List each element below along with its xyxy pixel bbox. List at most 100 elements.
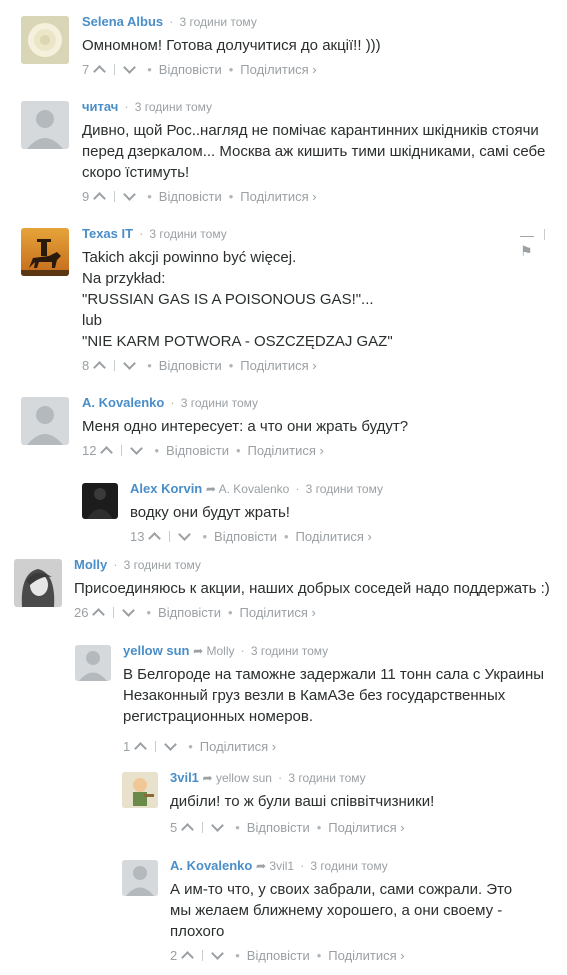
comment-text: Меня одно интересует: а что они жрать бу… [82,418,409,435]
comment-author[interactable]: 3vil1 [170,770,199,785]
avatar[interactable] [75,645,111,681]
comment-time[interactable]: 3 години тому [310,859,387,873]
reply-link[interactable]: Відповісти [159,358,222,373]
upvote-icon[interactable] [181,822,195,836]
comment-text: Омномном! Готова долучитися до акції!! )… [82,37,381,54]
downvote-icon[interactable] [130,441,144,455]
reply-arrow-icon: ➦ [202,771,213,785]
downvote-icon[interactable] [123,356,137,370]
default-avatar-icon [122,860,158,896]
downvote-icon[interactable] [178,527,192,541]
comment-time[interactable]: 3 години тому [124,558,201,572]
reply-link[interactable]: Відповісти [247,820,310,835]
dark-person-avatar-image [82,483,118,519]
reply-to-indicator[interactable]: ➦ A. Kovalenko [206,482,289,496]
rose-avatar-image [21,16,69,64]
avatar[interactable] [82,483,118,519]
share-link[interactable]: Поділитися › [200,739,276,754]
comment-text: водку они будут жрать! [130,504,290,521]
avatar[interactable] [14,559,62,607]
vote-count: 26 [74,604,89,620]
comment-footer: 9 • Відповісти • Поділитися › [82,187,317,205]
downvote-icon[interactable] [123,60,137,74]
avatar[interactable] [122,772,158,808]
comment-time[interactable]: 3 години тому [181,396,258,410]
comment-footer: 2 • Відповісти • Поділитися › [170,946,405,964]
reply-link[interactable]: Відповісти [247,948,310,963]
comment-text: Takich akcji powinno być więcej. Na przy… [82,249,393,350]
upvote-icon[interactable] [93,64,107,78]
comment-author[interactable]: A. Kovalenko [82,395,164,410]
comment-author[interactable]: A. Kovalenko [170,858,252,873]
vote-count: 1 [123,738,131,754]
share-link[interactable]: Поділитися › [240,358,316,373]
collapse-icon[interactable]: — [520,227,534,243]
comment-text: дибіли! то ж були ваші співвітчизники! [170,793,435,810]
cartoon-avatar-image [122,772,158,808]
comment-time[interactable]: 3 години тому [149,227,226,241]
upvote-icon[interactable] [93,191,107,205]
comment-footer: 13 • Відповісти • Поділитися › [130,527,372,545]
comment-footer: 5 • Відповісти • Поділитися › [170,818,405,836]
reply-arrow-icon: ➦ [193,644,204,658]
reply-link[interactable]: Відповісти [214,529,277,544]
comment-author[interactable]: Texas IT [82,226,133,241]
downvote-icon[interactable] [164,737,178,751]
reply-link[interactable]: Відповісти [166,443,229,458]
comment-time[interactable]: 3 години тому [135,100,212,114]
reply-link[interactable]: Відповісти [158,605,221,620]
upvote-icon[interactable] [181,950,195,964]
upvote-icon[interactable] [134,741,148,755]
comment-footer: 7 • Відповісти • Поділитися › [82,60,317,78]
default-avatar-icon [21,397,69,445]
share-link[interactable]: Поділитися › [328,820,404,835]
upvote-icon[interactable] [92,607,106,621]
avatar[interactable] [21,228,69,276]
share-link[interactable]: Поділитися › [240,605,316,620]
share-link[interactable]: Поділитися › [240,189,316,204]
reply-link[interactable]: Відповісти [159,189,222,204]
comment-time[interactable]: 3 години тому [288,771,365,785]
comment-footer: 12 • Відповісти • Поділитися › [82,441,324,459]
reply-link[interactable]: Відповісти [159,62,222,77]
avatar[interactable] [122,860,158,896]
reply-to-indicator[interactable]: ➦ 3vil1 [256,859,294,873]
vote-count: 13 [130,528,145,544]
comment-author[interactable]: Selena Albus [82,14,163,29]
upvote-icon[interactable] [148,531,162,545]
cowboy-avatar-image [21,228,69,276]
comment-author[interactable]: Alex Korvin [130,481,202,496]
vote-count: 8 [82,357,90,373]
share-link[interactable]: Поділитися › [296,529,372,544]
avatar[interactable] [21,16,69,64]
avatar[interactable] [21,101,69,149]
comment-author[interactable]: читач [82,99,118,114]
comment-time[interactable]: 3 години тому [180,15,257,29]
woman-portrait-avatar-image [14,559,62,607]
upvote-icon[interactable] [93,360,107,374]
reply-to-indicator[interactable]: ➦ Molly [193,644,234,658]
comment-footer: 1 • Поділитися › [123,737,277,755]
reply-arrow-icon: ➦ [255,859,267,873]
downvote-icon[interactable] [211,946,225,960]
downvote-icon[interactable] [123,187,137,201]
comment-author[interactable]: yellow sun [123,643,189,658]
downvote-icon[interactable] [211,818,225,832]
share-link[interactable]: Поділитися › [328,948,404,963]
share-link[interactable]: Поділитися › [248,443,324,458]
vote-count: 9 [82,188,90,204]
downvote-icon[interactable] [122,603,136,617]
comment-time[interactable]: 3 години тому [306,482,383,496]
comment-footer: 26 • Відповісти • Поділитися › [74,603,316,621]
share-link[interactable]: Поділитися › [240,62,316,77]
vote-count: 12 [82,442,97,458]
vote-count: 7 [82,61,90,77]
comment-time[interactable]: 3 години тому [251,644,328,658]
comment-author[interactable]: Molly [74,557,107,572]
avatar[interactable] [21,397,69,445]
reply-to-indicator[interactable]: ➦ yellow sun [203,771,272,785]
comment-footer: 8 • Відповісти • Поділитися › [82,356,317,374]
default-avatar-icon [75,645,111,681]
flag-icon[interactable]: ⚑ [520,243,533,259]
upvote-icon[interactable] [100,445,114,459]
